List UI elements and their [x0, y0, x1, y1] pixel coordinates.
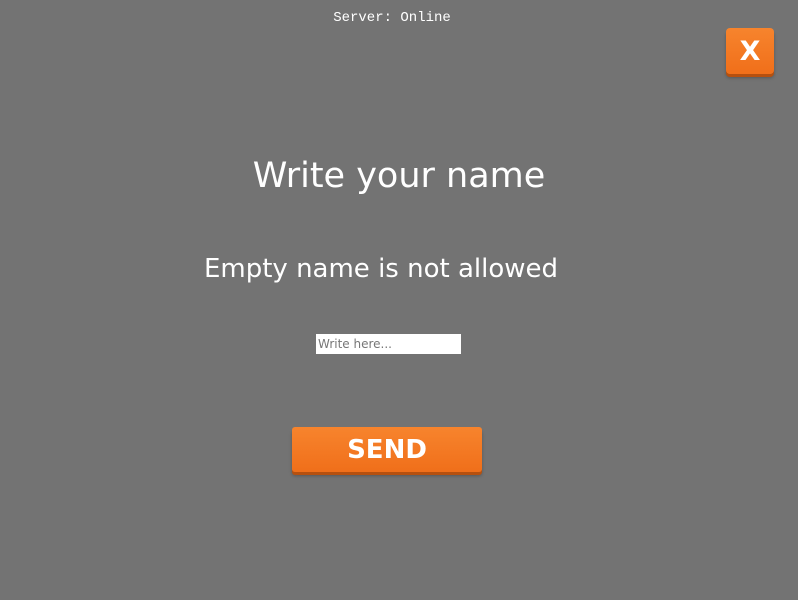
page-title: Write your name — [252, 156, 546, 196]
close-icon: X — [739, 35, 761, 67]
send-button-label: SEND — [347, 434, 427, 465]
name-input[interactable] — [316, 334, 461, 354]
server-status: Server: Online — [333, 10, 451, 26]
error-message: Empty name is not allowed — [203, 254, 559, 284]
close-button[interactable]: X — [726, 28, 774, 74]
send-button[interactable]: SEND — [292, 427, 482, 472]
